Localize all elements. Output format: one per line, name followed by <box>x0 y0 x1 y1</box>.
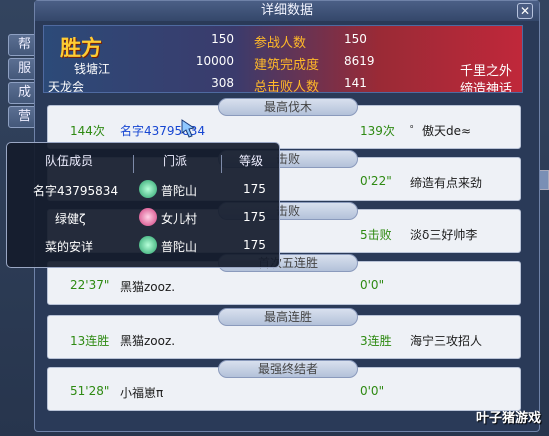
member-level: 175 <box>243 182 266 196</box>
record-title: 最高连胜 <box>218 308 358 326</box>
stat-value-defeats: 141 <box>344 76 367 90</box>
record-right-value: 3连胜 <box>360 334 392 348</box>
record-left-value: 13连胜 <box>70 334 110 348</box>
record-right-name[interactable]: 淡δ三好帅李 <box>410 226 477 243</box>
member-name: 菜的安详 <box>45 240 94 254</box>
right-edge-button[interactable] <box>539 170 549 190</box>
window-title: 详细数据 <box>35 1 539 21</box>
record-right-value: 5击败 <box>360 228 392 242</box>
record-title: 最强终结者 <box>218 360 358 378</box>
watermark-text: 叶子猪游戏 <box>475 411 541 426</box>
opponent-name-1: 千里之外 <box>459 64 512 79</box>
stat-value-participants: 150 <box>344 32 367 46</box>
header-level: 等级 <box>239 154 264 168</box>
member-name: 绿健ζ <box>55 212 86 226</box>
record-row-streak: 最高连胜 13连胜 黑猫zooz. 3连胜 海宁三攻招人 <box>47 308 521 359</box>
record-right-value: 139次 <box>360 124 395 138</box>
record-left-value: 51'28" <box>70 384 110 398</box>
member-row[interactable]: 绿健ζ 女儿村 175 <box>13 205 275 231</box>
record-title: 最高伐木 <box>218 98 358 116</box>
member-row[interactable]: 名字43795834 普陀山 175 <box>13 177 275 203</box>
stat-value-building: 8619 <box>344 54 375 68</box>
team-members-popup: 队伍成员 门派 等级 名字43795834 普陀山 175 绿健ζ 女儿村 17… <box>6 142 280 268</box>
record-right-name[interactable]: 海宁三攻招人 <box>410 332 482 349</box>
header-school: 门派 <box>163 154 188 168</box>
opponent-name-2: 缔造神话 <box>459 82 512 93</box>
record-right-value: 0'0" <box>360 384 385 398</box>
header-member: 队伍成员 <box>45 154 94 168</box>
member-level: 175 <box>243 238 266 252</box>
record-left-value: 144次 <box>70 124 105 138</box>
record-left-value: 22'37" <box>70 278 110 292</box>
header-divider <box>221 155 222 173</box>
team-2-value: 308 <box>211 76 234 90</box>
winner-label: 胜方 <box>60 35 102 60</box>
record-left-name[interactable]: 黑猫zooz. <box>120 332 175 349</box>
nverc-icon <box>139 208 157 226</box>
record-right-value: 0'0" <box>360 278 385 292</box>
putuo-icon <box>139 236 157 254</box>
record-left-name[interactable]: 小福崽π <box>120 384 163 401</box>
member-name: 名字43795834 <box>33 184 119 198</box>
team-name-2: 天龙会 <box>48 80 85 93</box>
stat-label-participants: 参战人数 <box>254 36 307 51</box>
record-row-terminator: 最强终结者 51'28" 小福崽π 0'0" <box>47 360 521 411</box>
mouse-cursor-icon <box>181 119 196 138</box>
stat-label-building: 建筑完成度 <box>254 58 320 73</box>
close-button[interactable]: ✕ <box>517 3 533 19</box>
member-school: 女儿村 <box>161 212 198 226</box>
team-1-value: 150 <box>211 32 234 46</box>
record-left-name[interactable]: 黑猫zooz. <box>120 278 175 295</box>
team-name-1: 钱塘江 <box>74 62 111 76</box>
record-right-name[interactable]: ゜傲天de≈ <box>410 122 471 139</box>
middle-value: 10000 <box>195 54 234 68</box>
putuo-icon <box>139 180 157 198</box>
record-right-name[interactable]: 缔造有点来劲 <box>410 174 482 191</box>
member-school: 普陀山 <box>161 184 198 198</box>
victory-banner: 胜方 钱塘江 天龙会 150 10000 308 参战人数 建筑完成度 总击败人… <box>43 25 523 93</box>
stat-label-defeats: 总击败人数 <box>254 80 320 93</box>
member-level: 175 <box>243 210 266 224</box>
header-divider <box>133 155 134 173</box>
member-school: 普陀山 <box>161 240 198 254</box>
record-right-value: 0'22" <box>360 174 392 188</box>
popup-header: 队伍成员 门派 等级 <box>13 149 275 173</box>
member-row[interactable]: 菜的安详 普陀山 175 <box>13 233 275 259</box>
